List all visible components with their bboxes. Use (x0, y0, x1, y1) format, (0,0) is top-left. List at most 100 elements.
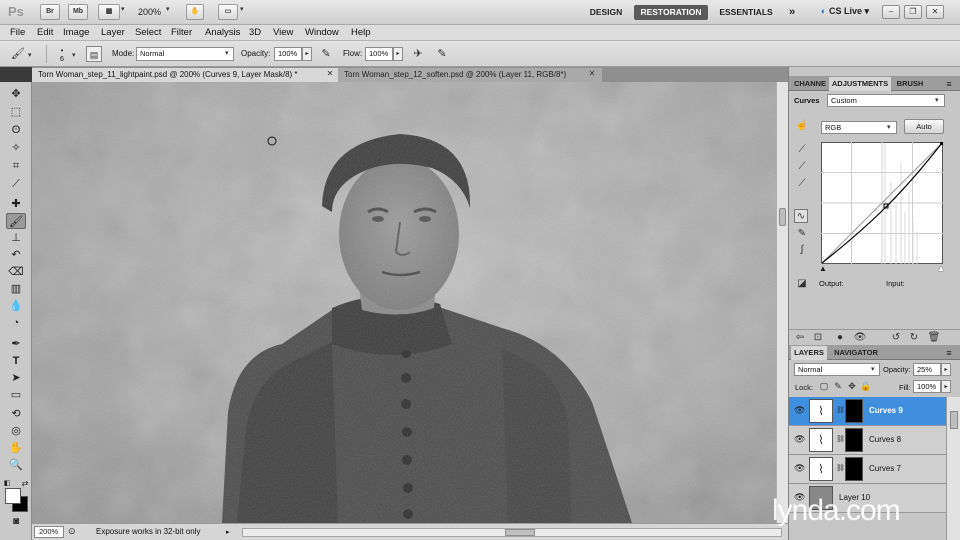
eyedropper-icon[interactable]: ⟋ (6, 176, 26, 192)
black-point-slider-icon[interactable]: ▲ (819, 264, 827, 273)
type-tool-icon[interactable]: T (6, 353, 26, 369)
tab-channels[interactable]: CHANNE (791, 77, 829, 91)
status-menu-arrow-icon[interactable]: ▸ (226, 528, 230, 536)
brush-icon[interactable]: 🖌 (10, 46, 26, 62)
close-tab-icon[interactable]: ✕ (588, 70, 596, 78)
reset-icon[interactable]: ↻ (907, 331, 921, 345)
opacity-input[interactable]: 100% (274, 47, 302, 61)
layer-mask-thumbnail[interactable] (845, 457, 863, 481)
dodge-tool-icon[interactable]: ◔ (6, 315, 26, 331)
fill-arrow-icon[interactable]: ▸ (941, 380, 951, 393)
eye-icon[interactable]: 👁 (794, 463, 805, 474)
layer-opacity-arrow-icon[interactable]: ▸ (941, 363, 951, 376)
curves-preset-select[interactable]: Custom (827, 94, 945, 107)
lock-all-icon[interactable]: 🔒 (859, 379, 873, 393)
status-zoom-field[interactable]: 200% (34, 526, 64, 538)
status-info-icon[interactable]: ⊙ (68, 526, 76, 537)
lock-transparent-icon[interactable]: ▢ (817, 379, 831, 393)
crop-tool-icon[interactable]: ⌗ (6, 158, 26, 174)
gray-point-eyedropper-icon[interactable]: ⟋ (795, 160, 809, 174)
tablet-pressure-opacity-icon[interactable]: ✎ (318, 46, 334, 62)
clone-stamp-tool-icon[interactable]: ⊥ (6, 230, 26, 246)
scroll-thumb[interactable] (505, 529, 535, 536)
quick-mask-icon[interactable]: ◙ (6, 514, 26, 530)
workspace-restoration[interactable]: RESTORATION (634, 5, 708, 20)
return-to-list-icon[interactable]: ⇦ (793, 331, 807, 345)
move-tool-icon[interactable]: ✥ (6, 86, 26, 102)
layers-scrollbar[interactable] (946, 397, 960, 540)
expanded-view-icon[interactable]: ⊡ (811, 331, 825, 345)
fill-input[interactable]: 100% (913, 380, 941, 393)
mode-dropdown-icon[interactable]: ▾ (225, 49, 229, 57)
close-icon[interactable]: ✕ (926, 5, 944, 19)
flow-input[interactable]: 100% (365, 47, 393, 61)
close-tab-icon[interactable]: ✕ (326, 70, 334, 78)
workspace-essentials[interactable]: ESSENTIALS (714, 5, 778, 20)
white-point-slider-icon[interactable]: ▲ (937, 264, 945, 273)
pen-tool-icon[interactable]: ✒ (6, 336, 26, 352)
flow-slider-arrow-icon[interactable]: ▸ (393, 47, 403, 61)
view-extras-dropdown-icon[interactable]: ▾ (121, 5, 125, 13)
curve-points-icon[interactable]: ∿ (794, 209, 808, 223)
tool-preset-dropdown-icon[interactable]: ▾ (28, 51, 32, 59)
hand-tool-icon[interactable]: ✋ (6, 440, 26, 456)
gradient-tool-icon[interactable]: ▥ (6, 281, 26, 297)
tab-brush[interactable]: BRUSH (893, 77, 927, 91)
layer-mask-thumbnail[interactable] (845, 399, 863, 423)
scroll-thumb[interactable] (950, 411, 958, 429)
zoom-dropdown-icon[interactable]: ▾ (166, 5, 170, 13)
auto-button[interactable]: Auto (904, 119, 944, 134)
targeted-adjust-icon[interactable]: ☝ (795, 119, 809, 133)
shape-tool-icon[interactable]: ▭ (6, 387, 26, 403)
screen-mode-icon[interactable]: ▭ (218, 4, 238, 20)
blend-dropdown-icon[interactable]: ▾ (871, 365, 875, 373)
tab-torn-woman-step-12[interactable]: Torn Woman_step_12_soften.psd @ 200% (La… (338, 68, 602, 82)
menu-edit[interactable]: Edit (37, 27, 53, 38)
visibility-eye-icon[interactable]: 👁 (853, 331, 867, 345)
brush-tool-icon[interactable]: 🖌 (6, 213, 26, 229)
white-point-eyedropper-icon[interactable]: ⟋ (795, 177, 809, 191)
eye-icon[interactable]: 👁 (794, 434, 805, 445)
menu-view[interactable]: View (273, 27, 293, 38)
vertical-scrollbar[interactable] (776, 82, 788, 523)
channel-dropdown-icon[interactable]: ▾ (887, 123, 891, 131)
eye-icon[interactable]: 👁 (794, 405, 805, 416)
blend-mode-select[interactable]: Normal (794, 363, 880, 376)
zoom-level-menu[interactable]: 200% (138, 7, 161, 17)
tab-navigator[interactable]: NAVIGATOR (829, 346, 883, 360)
black-point-eyedropper-icon[interactable]: ⟋ (795, 143, 809, 157)
swap-colors-icon[interactable]: ⇄ (20, 476, 30, 492)
menu-image[interactable]: Image (63, 27, 89, 38)
show-clipping-icon[interactable]: ◪ (795, 277, 809, 291)
spot-healing-tool-icon[interactable]: ✚ (6, 196, 26, 212)
tablet-pressure-size-icon[interactable]: ✎ (434, 46, 450, 62)
layer-opacity-input[interactable]: 25% (913, 363, 941, 376)
minimize-icon[interactable]: – (882, 5, 900, 19)
tab-torn-woman-step-11[interactable]: Torn Woman_step_11_lightpaint.psd @ 200%… (32, 68, 338, 82)
smooth-curve-icon[interactable]: ∫ (795, 243, 809, 257)
layer-mask-thumbnail[interactable] (845, 428, 863, 452)
launch-minibridge-button[interactable]: Mb (68, 4, 88, 20)
tab-adjustments[interactable]: ADJUSTMENTS (829, 77, 891, 91)
lasso-tool-icon[interactable]: ʘ (6, 122, 26, 138)
document-canvas[interactable] (32, 82, 776, 523)
layer-row[interactable]: 👁 ⌇ ⛓ Curves 8 (789, 426, 946, 455)
eraser-tool-icon[interactable]: ⌫ (6, 264, 26, 280)
clip-to-layer-icon[interactable]: ● (833, 331, 847, 345)
chain-icon[interactable]: ⛓ (836, 406, 845, 414)
marquee-tool-icon[interactable]: ⬚ (6, 104, 26, 120)
3d-rotate-tool-icon[interactable]: ⟲ (6, 406, 26, 422)
curves-graph[interactable] (821, 142, 943, 264)
hand-view-icon[interactable]: ✋ (186, 4, 204, 20)
delete-adjustment-icon[interactable]: 🗑 (927, 331, 941, 345)
menu-help[interactable]: Help (351, 27, 371, 38)
scroll-thumb[interactable] (779, 208, 786, 226)
restore-icon[interactable]: ❐ (904, 5, 922, 19)
mode-select[interactable]: Normal (136, 47, 234, 61)
zoom-tool-icon[interactable]: 🔍 (6, 457, 26, 473)
menu-3d[interactable]: 3D (249, 27, 261, 38)
view-previous-icon[interactable]: ↺ (889, 331, 903, 345)
path-select-tool-icon[interactable]: ➤ (6, 370, 26, 386)
lock-position-icon[interactable]: ✥ (845, 379, 859, 393)
panel-menu-icon[interactable]: ≡ (939, 77, 959, 91)
